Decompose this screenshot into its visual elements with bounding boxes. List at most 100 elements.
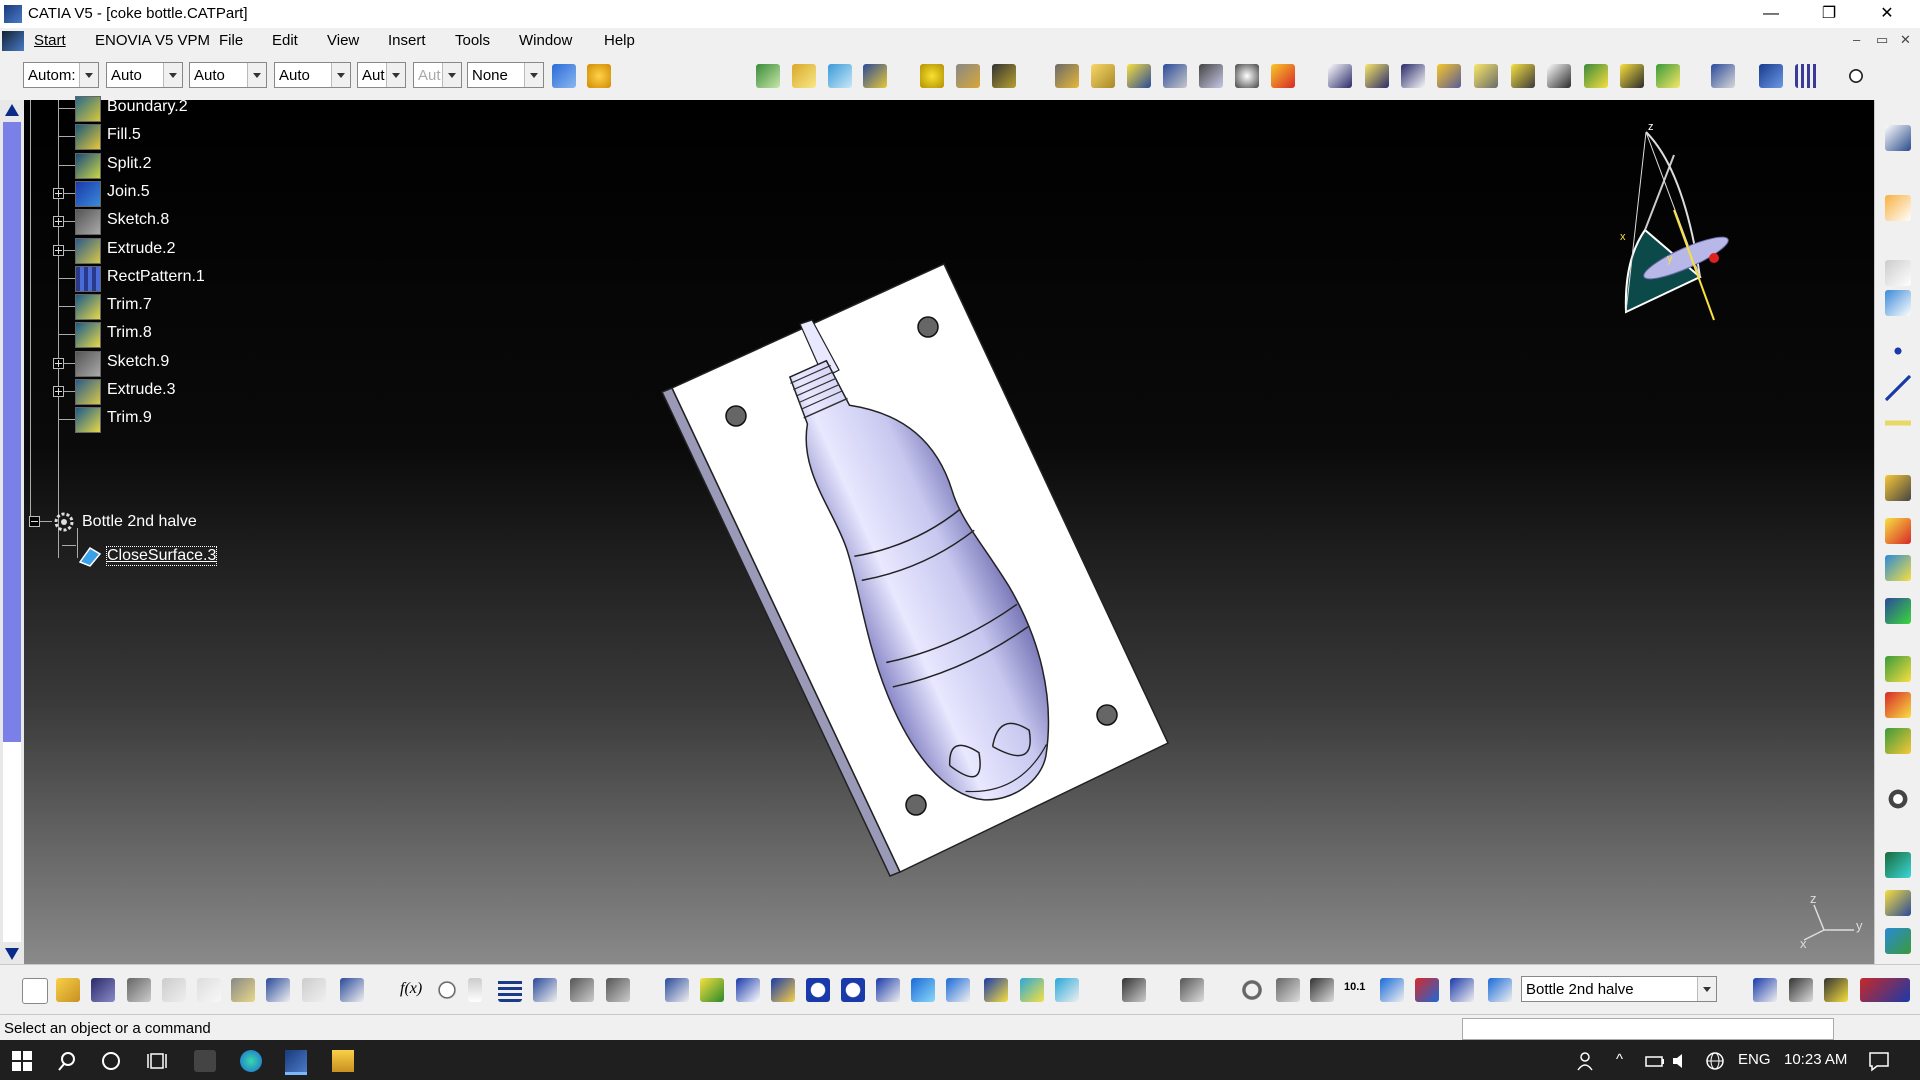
cut-icon[interactable] <box>162 978 186 1002</box>
knowledge-advisor-icon[interactable] <box>435 978 459 1002</box>
extrude-tool-icon[interactable] <box>1885 475 1911 501</box>
zoom-in-icon[interactable] <box>806 978 830 1002</box>
extrude-icon[interactable] <box>75 379 101 405</box>
pad-icon[interactable] <box>1328 64 1352 88</box>
revolve-icon[interactable] <box>1885 518 1911 544</box>
toggle-arrows-icon[interactable] <box>1753 978 1777 1002</box>
scroll-up-arrow-icon[interactable] <box>5 104 19 116</box>
healing-icon[interactable] <box>1885 890 1911 916</box>
3d-viewport[interactable]: x y z x y z <box>24 100 1874 964</box>
menu-enovia[interactable]: ENOVIA V5 VPM <box>95 32 210 49</box>
blend-icon[interactable] <box>1885 728 1911 754</box>
sketch-icon[interactable] <box>75 351 101 377</box>
line-type-combo[interactable]: Auto <box>274 62 351 88</box>
scale-label[interactable]: 10.1 <box>1344 981 1365 993</box>
sweep-icon[interactable] <box>1885 598 1911 624</box>
tree-item-label[interactable]: Trim.8 <box>107 324 152 342</box>
trim-icon[interactable] <box>75 294 101 320</box>
multiple-extract-icon[interactable] <box>992 64 1016 88</box>
target-icon[interactable] <box>1235 64 1259 88</box>
measure-icon[interactable] <box>1711 64 1735 88</box>
tree-item-label[interactable]: RectPattern.1 <box>107 268 205 286</box>
swap-visible-space-icon[interactable] <box>1055 978 1079 1002</box>
menu-tools[interactable]: Tools <box>455 32 490 49</box>
rib-icon[interactable] <box>1511 64 1535 88</box>
sphere-icon[interactable] <box>1885 555 1911 581</box>
table-icon[interactable] <box>498 978 522 1002</box>
menu-insert[interactable]: Insert <box>388 32 426 49</box>
reference-icon[interactable] <box>1885 290 1911 316</box>
people-icon[interactable] <box>1576 1050 1598 1072</box>
cortana-icon[interactable] <box>100 1050 122 1072</box>
normal-view-icon[interactable] <box>876 978 900 1002</box>
update-icon[interactable] <box>1180 978 1204 1002</box>
catalog-icon[interactable] <box>570 978 594 1002</box>
catia-taskbar-icon[interactable] <box>285 1050 307 1075</box>
groove-icon[interactable] <box>1437 64 1461 88</box>
point-icon[interactable] <box>1885 338 1911 364</box>
refresh-icon[interactable] <box>1240 978 1264 1002</box>
multi-section-surface-icon[interactable] <box>1885 692 1911 718</box>
plane-icon[interactable] <box>1885 410 1911 436</box>
mdi-minimize-button[interactable]: – <box>1853 32 1860 47</box>
close-surface-tool-icon[interactable] <box>828 64 852 88</box>
shading-icon[interactable] <box>984 978 1008 1002</box>
volume-icon[interactable] <box>1670 1050 1692 1072</box>
hand-icon[interactable] <box>1276 978 1300 1002</box>
close-surface-icon[interactable] <box>76 544 102 568</box>
extrude-icon[interactable] <box>75 238 101 264</box>
save-icon[interactable] <box>91 978 115 1002</box>
shell-icon[interactable] <box>1091 64 1115 88</box>
point-type-combo[interactable]: Aut <box>357 62 406 88</box>
capture-camera-icon[interactable] <box>1122 978 1146 1002</box>
current-body-combo[interactable]: Bottle 2nd halve <box>1521 976 1717 1002</box>
boundary-icon[interactable] <box>75 96 101 122</box>
join-icon[interactable] <box>75 181 101 207</box>
edge-browser-icon[interactable] <box>240 1050 262 1072</box>
sketch-tool-icon[interactable] <box>1885 125 1911 151</box>
command-input[interactable] <box>1462 1018 1834 1040</box>
menu-window[interactable]: Window <box>519 32 572 49</box>
tree-body-label[interactable]: Bottle 2nd halve <box>82 513 197 531</box>
tree-closesurface-label[interactable]: CloseSurface.3 <box>105 546 218 566</box>
close-button[interactable]: ✕ <box>1858 0 1916 28</box>
design-table-icon[interactable] <box>606 978 630 1002</box>
trim-icon[interactable] <box>75 407 101 433</box>
pan-icon[interactable] <box>736 978 760 1002</box>
body-tool-icon[interactable] <box>1488 978 1512 1002</box>
fill-tool-icon[interactable] <box>1885 656 1911 682</box>
boundary-tool-icon[interactable] <box>956 64 980 88</box>
mdi-close-button[interactable]: ✕ <box>1900 32 1911 48</box>
tray-chevron-icon[interactable]: ^ <box>1616 1051 1623 1068</box>
mesh-icon[interactable] <box>1199 64 1223 88</box>
file-explorer-icon[interactable] <box>332 1050 354 1072</box>
extract-icon[interactable] <box>920 64 944 88</box>
hole-icon[interactable] <box>1474 64 1498 88</box>
tree-item-label[interactable]: Extrude.2 <box>107 240 175 258</box>
scroll-down-arrow-icon[interactable] <box>5 948 19 960</box>
stiffener-icon[interactable] <box>1584 64 1608 88</box>
multi-section-solid-icon[interactable] <box>1620 64 1644 88</box>
collapse-body-toggle[interactable] <box>29 516 40 527</box>
tree-item-label[interactable]: Trim.7 <box>107 296 152 314</box>
tree-item-label[interactable]: Sketch.8 <box>107 211 169 229</box>
print-icon[interactable] <box>127 978 151 1002</box>
axis-system-icon[interactable] <box>1310 978 1334 1002</box>
grid-icon[interactable] <box>1795 64 1819 88</box>
tree-item-label[interactable]: Split.2 <box>107 155 151 173</box>
tree-item-label[interactable]: Sketch.9 <box>107 353 169 371</box>
settings-gear-icon[interactable] <box>1885 786 1911 812</box>
formula-fx-icon[interactable]: f(x) <box>400 980 422 998</box>
fit-all-icon[interactable] <box>1844 64 1868 88</box>
color-combo[interactable]: Autom: <box>23 62 99 88</box>
line-icon[interactable] <box>1885 375 1911 401</box>
offset-surface-icon[interactable] <box>792 64 816 88</box>
removed-multi-section-icon[interactable] <box>1656 64 1680 88</box>
pocket-icon[interactable] <box>1365 64 1389 88</box>
new-file-icon[interactable] <box>22 978 48 1004</box>
undo-icon[interactable] <box>266 978 290 1002</box>
shaft-icon[interactable] <box>1401 64 1425 88</box>
onenote-icon[interactable] <box>194 1050 216 1072</box>
sketcher-icon[interactable] <box>756 64 780 88</box>
expand-toggle[interactable] <box>53 386 64 397</box>
